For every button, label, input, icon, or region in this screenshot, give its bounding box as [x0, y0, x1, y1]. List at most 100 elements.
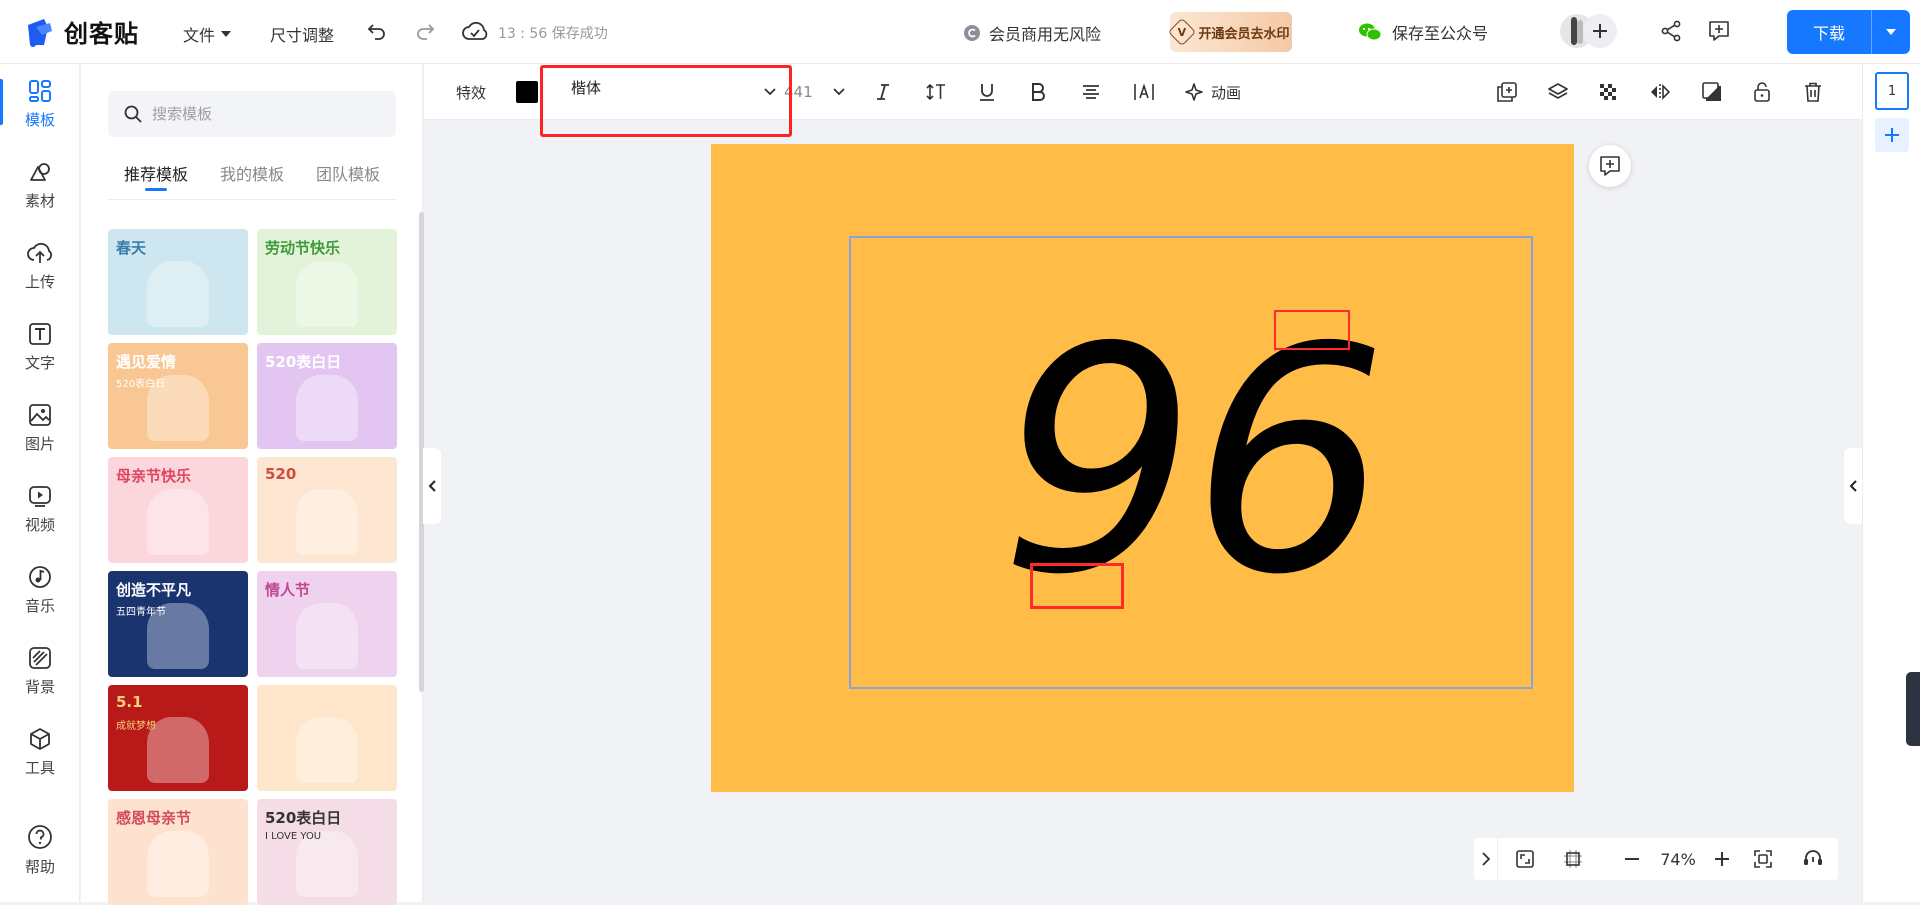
duplicate-button[interactable] [1497, 64, 1517, 120]
animation-button[interactable]: 动画 [1185, 64, 1241, 120]
zoom-in-button[interactable] [1708, 838, 1736, 880]
tab-my-templates[interactable]: 我的模板 [204, 160, 300, 199]
app-logo[interactable]: 创客贴 [22, 14, 139, 49]
canvas-comment-button[interactable] [1589, 145, 1631, 187]
search-input[interactable] [152, 105, 382, 123]
rail-item-help[interactable]: 帮助 [0, 815, 80, 885]
template-thumbnail[interactable]: 母亲节快乐 [108, 457, 248, 563]
share-icon[interactable] [1658, 18, 1684, 44]
template-thumbnail[interactable]: 创造不平凡 五四青年节 [108, 571, 248, 677]
tab-team-templates[interactable]: 团队模板 [300, 160, 396, 199]
expand-icon [1516, 850, 1534, 868]
template-artwork [147, 830, 209, 897]
template-tabs: 推荐模板 我的模板 团队模板 [108, 160, 396, 200]
annotation-box-bottom [1030, 563, 1124, 609]
copyright-icon [964, 25, 980, 41]
add-comment-icon[interactable] [1706, 18, 1732, 44]
save-to-wechat-button[interactable]: 保存至公众号 [1358, 20, 1488, 44]
template-thumbnail[interactable]: 感恩母亲节 [108, 799, 248, 905]
vip-watermark-button[interactable]: V 开通会员去水印 [1168, 12, 1292, 52]
rail-item-materials[interactable]: 素材 [0, 150, 80, 220]
template-thumbnail[interactable]: 520表白日 I LOVE YOU [257, 799, 397, 905]
transparency-button[interactable] [1599, 64, 1617, 120]
commercial-notice[interactable]: 会员商用无风险 [963, 21, 1101, 45]
resize-button[interactable]: 尺寸调整 [270, 22, 334, 46]
letter-spacing-button[interactable] [1134, 64, 1154, 120]
template-thumbnail[interactable]: 情人节 [257, 571, 397, 677]
add-page-button[interactable] [1875, 118, 1909, 152]
rail-item-tools[interactable]: 工具 [0, 717, 80, 787]
template-thumbnail[interactable]: 520表白日 [257, 343, 397, 449]
flip-button[interactable] [1650, 64, 1670, 120]
plus-icon [1593, 24, 1607, 38]
rail-item-upload[interactable]: 上传 [0, 231, 80, 301]
rail-item-images[interactable]: 图片 [0, 393, 80, 463]
chevron-right-icon [1481, 852, 1490, 866]
help-icon [28, 824, 52, 849]
file-menu[interactable]: 文件 [183, 22, 232, 46]
collapse-right-button[interactable] [1844, 448, 1862, 524]
logo-text: 创客贴 [64, 20, 139, 48]
align-button[interactable] [1082, 64, 1100, 120]
layers-button[interactable] [1548, 64, 1568, 120]
image-icon [29, 403, 51, 426]
page-thumbnail[interactable]: 1 [1875, 72, 1909, 110]
lock-icon [1754, 82, 1770, 102]
page-rail: 1 [1862, 64, 1920, 902]
fit-screen-button[interactable] [1748, 838, 1778, 880]
template-subtitle: 520表白日 [116, 379, 166, 390]
template-artwork [147, 260, 209, 327]
guides-button[interactable] [1558, 838, 1588, 880]
italic-button[interactable] [876, 64, 890, 120]
text-color-picker[interactable] [516, 64, 538, 120]
undo-icon[interactable] [364, 18, 390, 44]
collapse-panel-button[interactable] [423, 448, 441, 524]
template-thumbnail[interactable]: 5.1 成就梦想 [108, 685, 248, 791]
redo-icon[interactable] [412, 18, 438, 44]
caret-down-icon [221, 31, 232, 37]
invite-collaborator-button[interactable] [1583, 14, 1617, 48]
letter-spacing-icon [1134, 83, 1154, 100]
plus-icon [1885, 128, 1899, 142]
download-options-caret-icon[interactable] [1872, 29, 1910, 35]
template-thumbnail[interactable]: 劳动节快乐 [257, 229, 397, 335]
font-size-dropdown[interactable] [833, 64, 845, 120]
expand-bar-button[interactable] [1474, 838, 1498, 880]
template-thumbnail[interactable]: 520 [257, 457, 397, 563]
template-search[interactable] [108, 91, 396, 137]
download-button[interactable]: 下载 [1787, 10, 1910, 54]
rail-label: 视频 [24, 515, 55, 534]
template-thumbnail[interactable]: 春天 [108, 229, 248, 335]
template-subtitle: 五四青年节 [116, 607, 166, 618]
zoom-level[interactable]: 74% [1648, 838, 1708, 880]
fullscreen-button[interactable] [1510, 838, 1540, 880]
download-label: 下载 [1812, 24, 1845, 43]
rail-item-video[interactable]: 视频 [0, 474, 80, 544]
side-widget-handle[interactable] [1906, 672, 1920, 746]
delete-button[interactable] [1804, 64, 1822, 120]
template-artwork [296, 602, 358, 669]
lock-button[interactable] [1754, 64, 1770, 120]
line-height-button[interactable] [926, 64, 946, 120]
bold-button[interactable] [1031, 64, 1045, 120]
rail-item-music[interactable]: 音乐 [0, 555, 80, 625]
shadow-button[interactable] [1702, 64, 1722, 120]
rail-item-text[interactable]: 文字 [0, 312, 80, 382]
canvas-text[interactable]: 96 [849, 236, 1533, 689]
support-button[interactable] [1798, 838, 1828, 880]
tab-recommended[interactable]: 推荐模板 [108, 160, 204, 199]
rail-item-templates[interactable]: 模板 [0, 69, 80, 139]
underline-button[interactable] [979, 64, 995, 120]
fit-screen-icon [1754, 850, 1772, 868]
template-artwork [296, 488, 358, 555]
layers-icon [1548, 83, 1568, 99]
template-thumbnail[interactable]: 遇见爱情 520表白日 [108, 343, 248, 449]
zoom-out-button[interactable] [1618, 838, 1646, 880]
align-center-icon [1083, 85, 1099, 99]
template-thumbnail[interactable] [257, 685, 397, 791]
template-title: 5.1 [116, 693, 143, 711]
rail-item-background[interactable]: 背景 [0, 636, 80, 706]
effects-button[interactable]: 特效 [456, 64, 486, 120]
italic-icon [877, 84, 889, 100]
rail-label: 工具 [24, 758, 55, 777]
